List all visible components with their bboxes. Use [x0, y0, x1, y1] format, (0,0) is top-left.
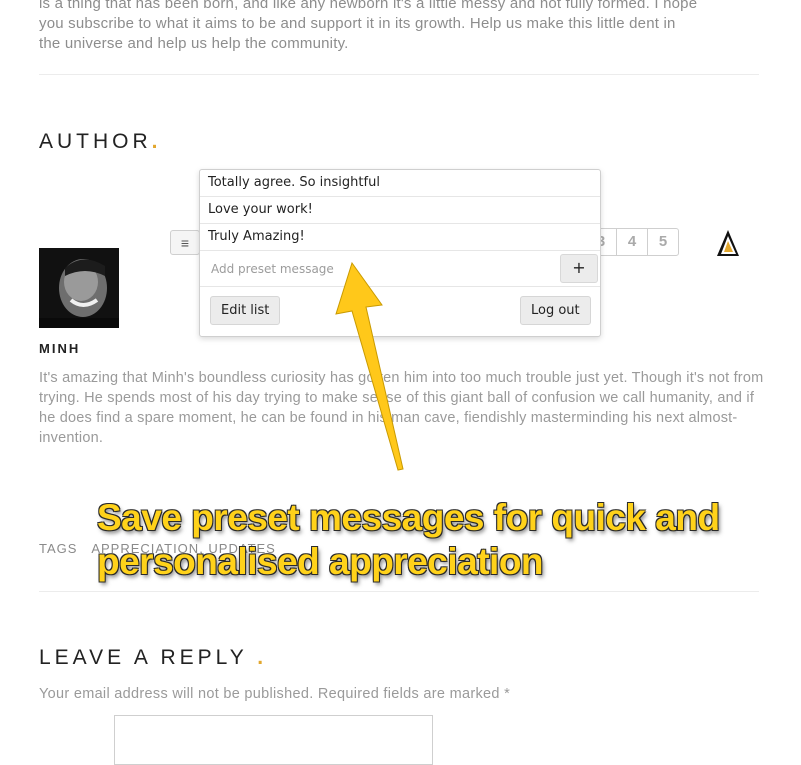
- author-heading: AUTHOR.: [39, 130, 162, 154]
- appreciation-logo-icon[interactable]: [714, 226, 742, 258]
- heading-accent-dot: .: [151, 130, 162, 153]
- reply-heading-text: LEAVE A REPLY: [39, 646, 248, 669]
- author-avatar: [39, 248, 119, 328]
- article-text-line: the universe and help us help the commun…: [39, 35, 349, 52]
- preset-message-item[interactable]: Love your work!: [200, 197, 600, 224]
- rating-option[interactable]: 4: [616, 228, 648, 256]
- logout-button[interactable]: Log out: [520, 296, 591, 325]
- article-intro: is a thing that has been born, and like …: [39, 0, 769, 54]
- add-preset-button[interactable]: +: [560, 254, 598, 283]
- rating-option[interactable]: 5: [647, 228, 679, 256]
- article-text-line: you subscribe to what it aims to be and …: [39, 15, 676, 32]
- leave-reply-heading: LEAVE A REPLY .: [39, 646, 267, 670]
- required-fields-notice: Your email address will not be published…: [39, 686, 511, 702]
- comment-field[interactable]: [114, 715, 433, 765]
- author-name: MINH: [39, 341, 81, 356]
- annotation-callout: Save preset messages for quick and perso…: [97, 496, 797, 584]
- callout-line: Save preset messages for quick and: [97, 497, 720, 538]
- article-text-line: is a thing that has been born, and like …: [39, 0, 698, 12]
- preset-message-item[interactable]: Totally agree. So insightful: [200, 170, 600, 197]
- avatar-photo: [39, 248, 119, 328]
- heading-accent-dot: .: [257, 646, 268, 669]
- menu-icon[interactable]: ≡: [170, 230, 200, 255]
- add-preset-input[interactable]: [201, 251, 559, 286]
- preset-messages-popup: Totally agree. So insightful Love your w…: [199, 169, 601, 337]
- callout-line: personalised appreciation: [97, 541, 544, 582]
- author-heading-text: AUTHOR: [39, 130, 152, 153]
- divider: [39, 74, 759, 75]
- author-bio: It's amazing that Minh's boundless curio…: [39, 370, 764, 446]
- tags-label: TAGS: [39, 541, 78, 556]
- preset-message-item[interactable]: Truly Amazing!: [200, 224, 600, 251]
- edit-list-button[interactable]: Edit list: [210, 296, 281, 325]
- divider: [39, 591, 759, 592]
- add-preset-form: +: [200, 251, 600, 287]
